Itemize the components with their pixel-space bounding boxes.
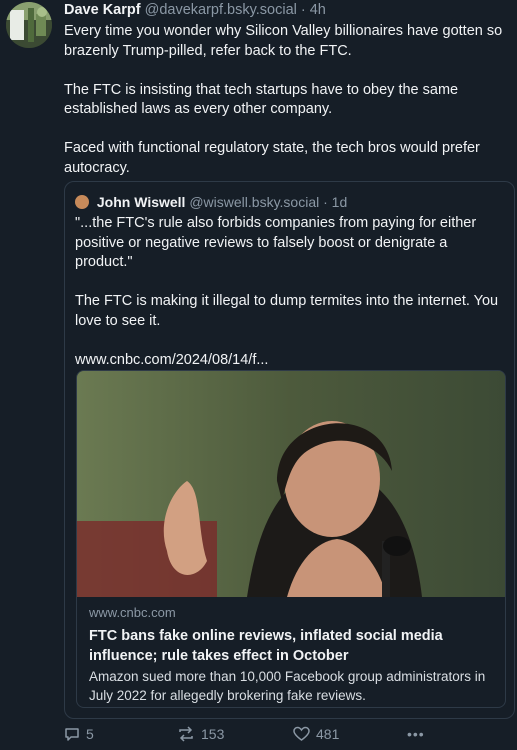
author-handle[interactable]: @davekarpf.bsky.social	[145, 2, 297, 18]
heart-icon	[293, 726, 310, 741]
repost-count: 153	[201, 726, 225, 742]
like-count: 481	[316, 726, 340, 742]
post-author: Dave Karpf @davekarpf.bsky.social · 4h	[64, 2, 326, 18]
quoted-link[interactable]: www.cnbc.com/2024/08/14/f...	[75, 351, 500, 371]
quoted-author-name[interactable]: John Wiswell	[97, 194, 186, 210]
link-preview-domain: www.cnbc.com	[89, 605, 176, 620]
like-button[interactable]: 481	[293, 726, 339, 742]
preview-photo	[77, 371, 505, 597]
quoted-author: John Wiswell @wiswell.bsky.social · 1d	[75, 194, 347, 210]
post-paragraph-2: The FTC is insisting that tech startups …	[64, 81, 459, 118]
link-preview-title[interactable]: FTC bans fake online reviews, inflated s…	[89, 626, 497, 666]
more-options-button[interactable]: •••	[407, 726, 425, 742]
more-options-icon: •••	[407, 726, 425, 742]
author-avatar-image	[6, 2, 52, 48]
post-time[interactable]: · 4h	[301, 2, 326, 18]
post-paragraph-3: Faced with functional regulatory state, …	[64, 140, 480, 176]
post-body: Every time you wonder why Silicon Valley…	[64, 22, 512, 198]
quoted-paragraph-2: The FTC is making it illegal to dump ter…	[75, 293, 499, 329]
reply-icon	[65, 728, 79, 741]
author-avatar[interactable]	[6, 2, 52, 48]
link-preview-text: www.cnbc.com FTC bans fake online review…	[89, 605, 497, 705]
quoted-post-body: "...the FTC's rule also forbids companie…	[75, 214, 500, 390]
post-paragraph-1: Every time you wonder why Silicon Valley…	[64, 23, 503, 59]
author-name[interactable]: Dave Karpf	[64, 2, 141, 18]
repost-button[interactable]: 153	[177, 726, 224, 742]
quoted-post-time[interactable]: · 1d	[323, 194, 347, 210]
quoted-author-handle[interactable]: @wiswell.bsky.social	[189, 194, 319, 210]
link-preview-card[interactable]: www.cnbc.com FTC bans fake online review…	[76, 370, 506, 708]
quoted-post[interactable]: John Wiswell @wiswell.bsky.social · 1d "…	[64, 181, 515, 719]
quoted-paragraph-1: "...the FTC's rule also forbids companie…	[75, 215, 477, 270]
reply-button[interactable]: 5	[64, 726, 94, 742]
link-preview-image	[77, 371, 505, 597]
reply-count: 5	[86, 726, 94, 742]
link-preview-description: Amazon sued more than 10,000 Facebook gr…	[89, 669, 486, 703]
repost-icon	[179, 726, 193, 742]
quoted-author-avatar[interactable]	[75, 195, 89, 209]
post-actions: 5 153 481 •••	[64, 726, 504, 748]
